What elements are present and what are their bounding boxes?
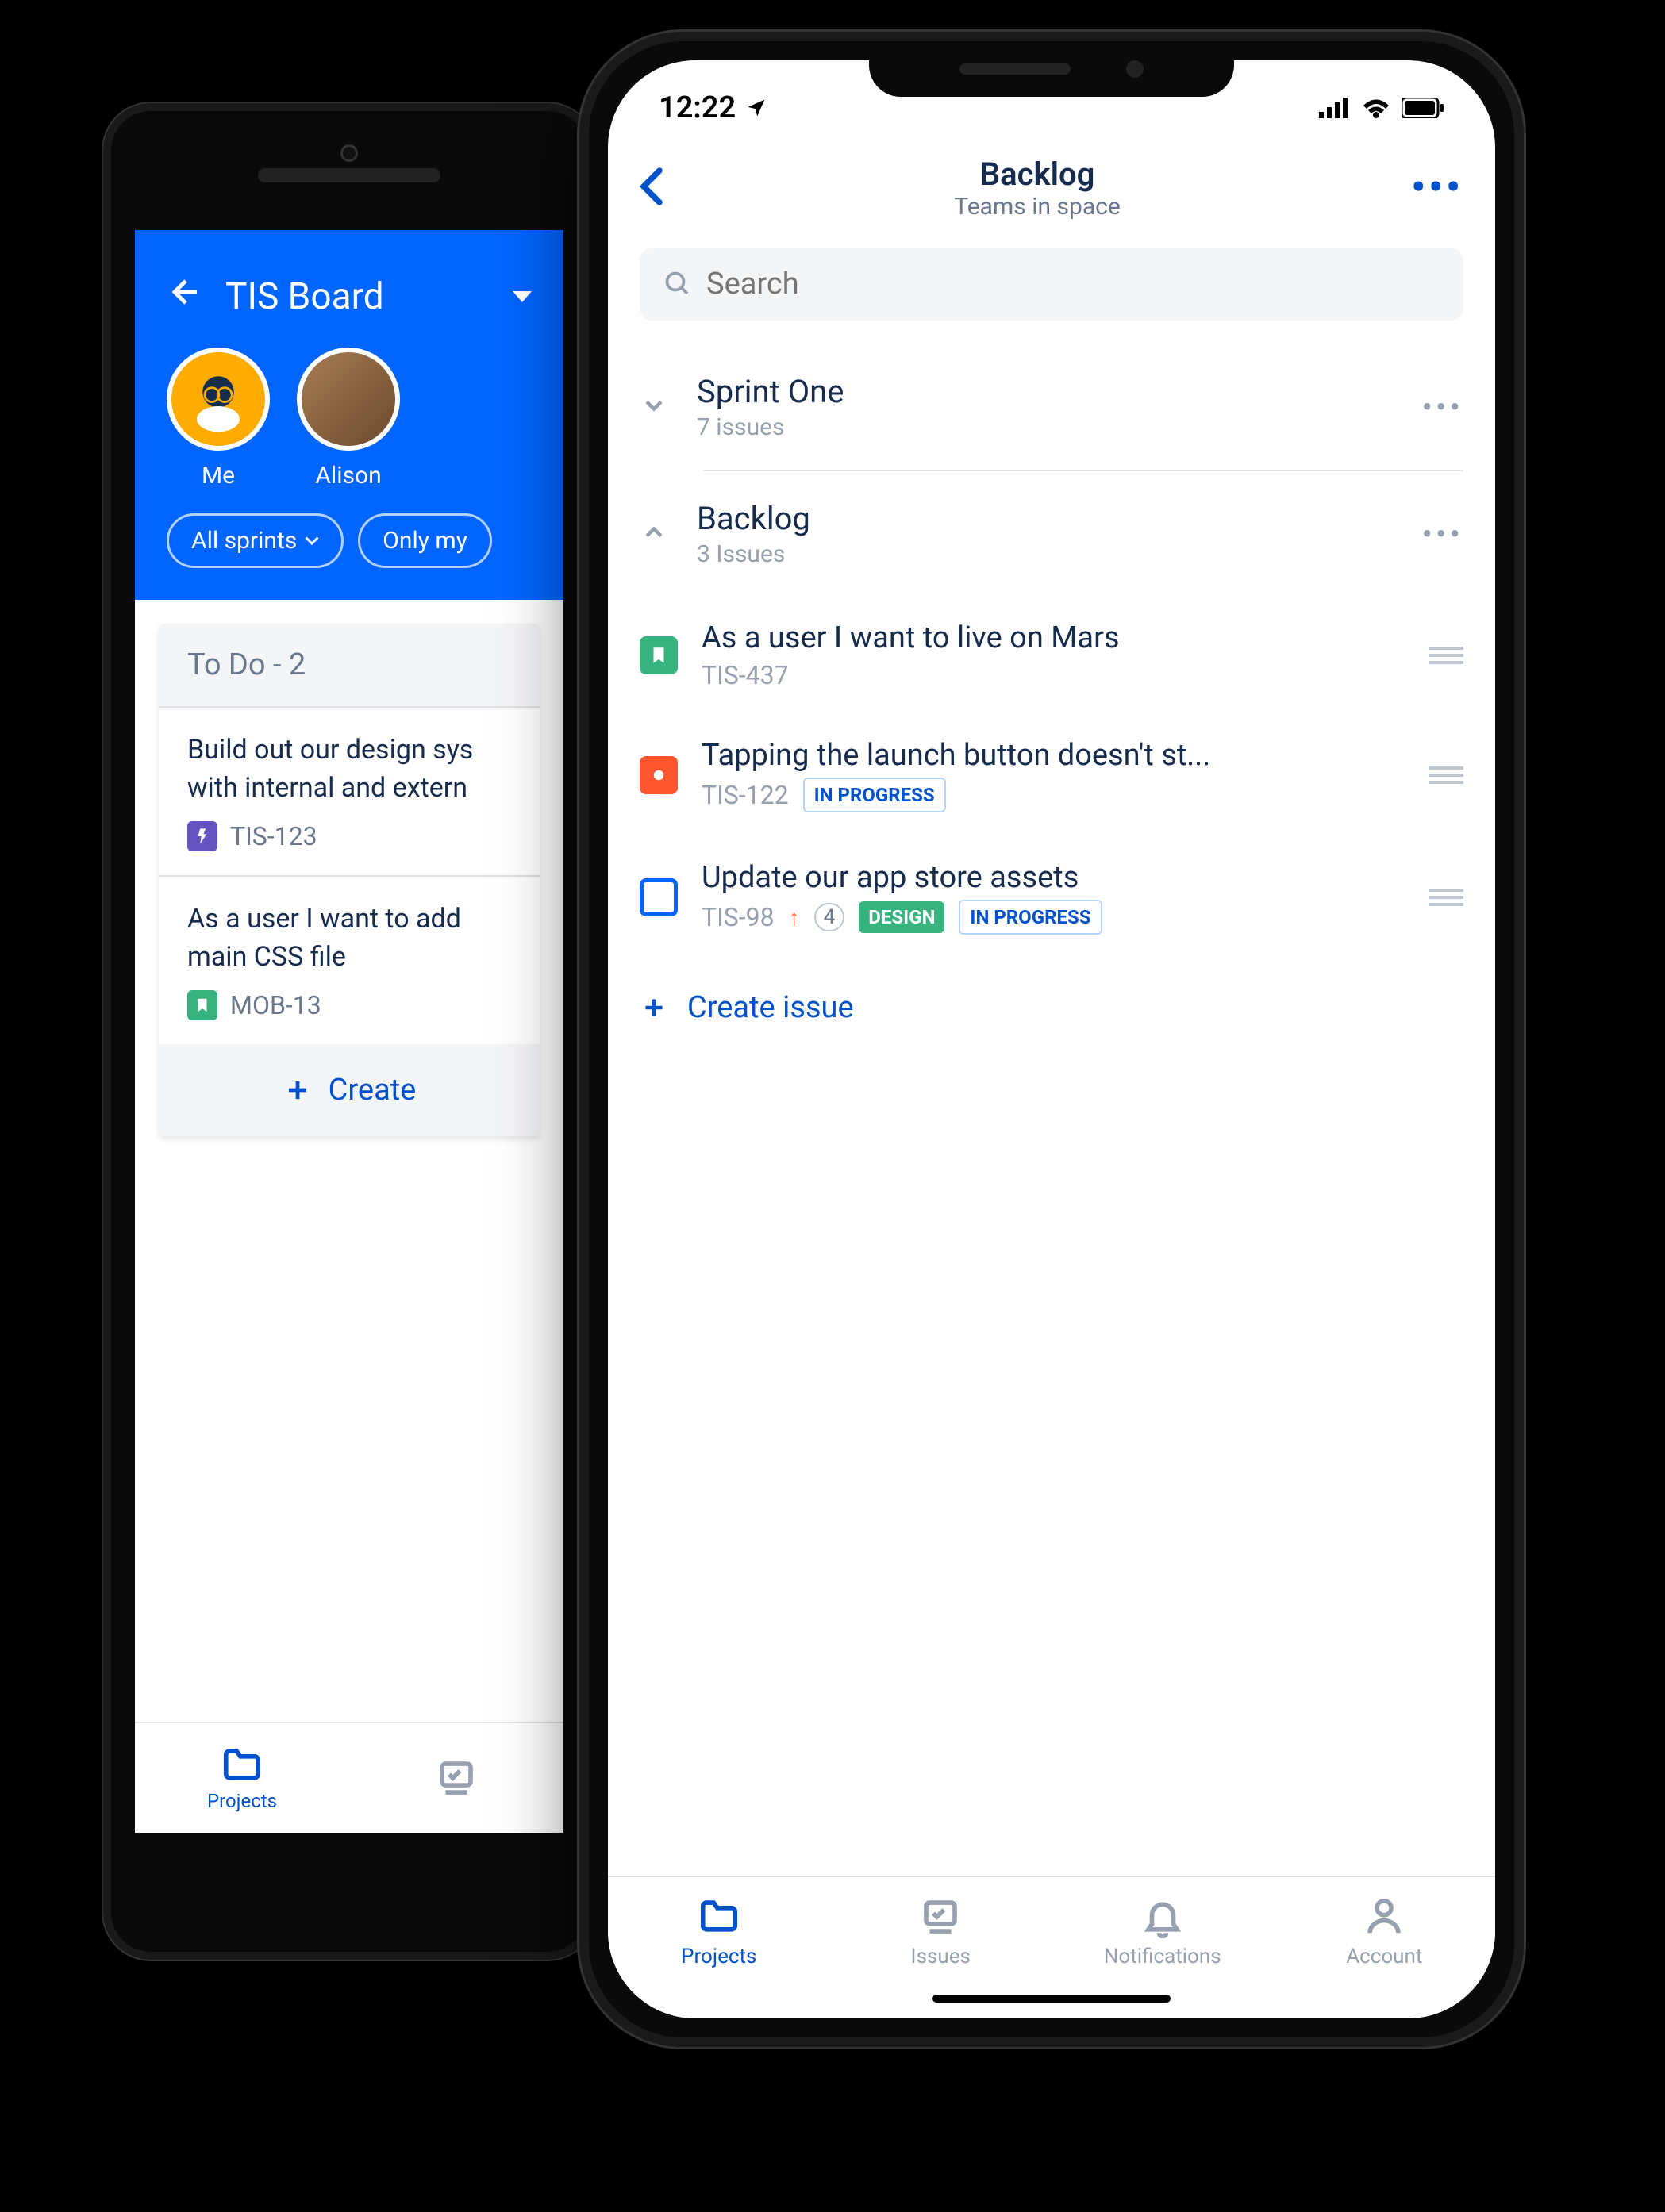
story-icon — [187, 990, 217, 1020]
issue-key: TIS-98 — [702, 902, 775, 932]
iphone-frame: 12:22 Backlog Teams in space ••• — [579, 32, 1524, 2047]
column-header: To Do - 2 — [159, 624, 540, 706]
issue-key: TIS-437 — [702, 660, 789, 690]
drag-handle-icon[interactable] — [1429, 766, 1463, 784]
create-button[interactable]: Create — [159, 1044, 540, 1136]
card-title: Build out our design sys with internal a… — [187, 732, 511, 807]
tab-projects[interactable]: Projects — [608, 1877, 830, 1987]
dropdown-icon[interactable] — [513, 291, 532, 302]
avatar-row: Me Alison — [167, 348, 532, 490]
issue-title: As a user I want to live on Mars — [702, 620, 1405, 655]
wifi-icon — [1362, 98, 1390, 118]
section-subtitle: 3 Issues — [697, 540, 1422, 568]
status-badge: IN PROGRESS — [803, 778, 946, 812]
android-tabbar: Projects — [135, 1722, 563, 1833]
filter-chips: All sprints Only my — [167, 513, 532, 568]
bell-icon — [1141, 1895, 1184, 1938]
tab-issues[interactable]: Issues — [830, 1877, 1052, 1987]
search-icon — [663, 270, 692, 298]
avatar-me[interactable]: Me — [167, 348, 270, 490]
status-time: 12:22 — [659, 90, 736, 125]
chevron-down-icon — [640, 391, 668, 423]
section-backlog[interactable]: Backlog 3 Issues ••• — [608, 471, 1495, 597]
issue-row[interactable]: Update our app store assets TIS-98 ↑ 4 D… — [608, 836, 1495, 958]
section-more-button[interactable]: ••• — [1422, 389, 1464, 426]
back-button[interactable] — [640, 167, 663, 209]
board-header: TIS Board Me Alison All sprints — [135, 230, 563, 600]
avatar-label: Me — [202, 462, 235, 490]
chip-only-my[interactable]: Only my — [358, 513, 492, 568]
avatar-image — [297, 348, 400, 451]
chip-all-sprints[interactable]: All sprints — [167, 513, 344, 568]
more-button[interactable]: ••• — [1411, 165, 1463, 211]
iphone-notch — [869, 41, 1234, 97]
issue-key: MOB-13 — [230, 990, 321, 1020]
todo-column: To Do - 2 Build out our design sys with … — [159, 624, 540, 1136]
nav-bar: Backlog Teams in space ••• — [608, 140, 1495, 240]
issue-title: Update our app store assets — [702, 860, 1405, 895]
issues-icon — [919, 1895, 962, 1938]
section-sprint-one[interactable]: Sprint One 7 issues ••• — [608, 344, 1495, 470]
create-issue-button[interactable]: Create issue — [608, 958, 1495, 1057]
issues-icon — [435, 1757, 478, 1799]
back-icon[interactable] — [167, 273, 205, 321]
tab-account[interactable]: Account — [1274, 1877, 1496, 1987]
issue-row[interactable]: As a user I want to live on Mars TIS-437 — [608, 597, 1495, 714]
folder-icon — [221, 1744, 263, 1787]
cellular-icon — [1319, 98, 1351, 118]
tab-projects[interactable]: Projects — [135, 1723, 349, 1833]
android-front-camera — [340, 144, 358, 162]
section-more-button[interactable]: ••• — [1422, 516, 1464, 553]
priority-high-icon: ↑ — [789, 904, 800, 931]
status-badge: DESIGN — [859, 901, 944, 933]
epic-icon — [187, 821, 217, 851]
avatar-label: Alison — [315, 462, 381, 490]
section-title: Backlog — [697, 500, 1422, 537]
issue-title: Tapping the launch button doesn't st... — [702, 738, 1405, 773]
location-icon — [745, 97, 767, 119]
section-subtitle: 7 issues — [697, 413, 1422, 441]
task-icon — [640, 878, 678, 916]
android-speaker — [258, 168, 440, 182]
search-field[interactable] — [640, 248, 1463, 321]
drag-handle-icon[interactable] — [1429, 647, 1463, 664]
avatar-image — [167, 348, 270, 451]
plus-icon — [640, 993, 668, 1022]
card-title: As a user I want to add main CSS file — [187, 901, 511, 976]
chevron-up-icon — [640, 518, 668, 550]
drag-handle-icon[interactable] — [1429, 889, 1463, 906]
tab-issues[interactable] — [349, 1723, 563, 1833]
person-icon — [1363, 1895, 1405, 1938]
tab-notifications[interactable]: Notifications — [1052, 1877, 1274, 1987]
bug-icon — [640, 756, 678, 794]
issue-key: TIS-122 — [702, 780, 789, 810]
issue-card[interactable]: Build out our design sys with internal a… — [159, 706, 540, 875]
android-phone-frame: TIS Board Me Alison All sprints — [103, 103, 595, 1960]
issue-card[interactable]: As a user I want to add main CSS file MO… — [159, 875, 540, 1044]
issue-row[interactable]: Tapping the launch button doesn't st... … — [608, 714, 1495, 836]
search-input[interactable] — [706, 267, 1440, 301]
nav-title: Backlog — [663, 156, 1411, 193]
android-screen: TIS Board Me Alison All sprints — [135, 230, 563, 1833]
home-indicator[interactable] — [932, 1995, 1171, 2003]
battery-icon — [1402, 98, 1444, 118]
story-points-badge: 4 — [814, 903, 845, 931]
section-title: Sprint One — [697, 373, 1422, 410]
avatar-alison[interactable]: Alison — [297, 348, 400, 490]
status-badge: IN PROGRESS — [959, 900, 1102, 935]
story-icon — [640, 636, 678, 674]
folder-icon — [698, 1895, 740, 1938]
issue-key: TIS-123 — [230, 821, 317, 851]
board-title[interactable]: TIS Board — [225, 275, 478, 318]
nav-subtitle: Teams in space — [663, 193, 1411, 221]
iphone-screen: 12:22 Backlog Teams in space ••• — [608, 60, 1495, 2018]
